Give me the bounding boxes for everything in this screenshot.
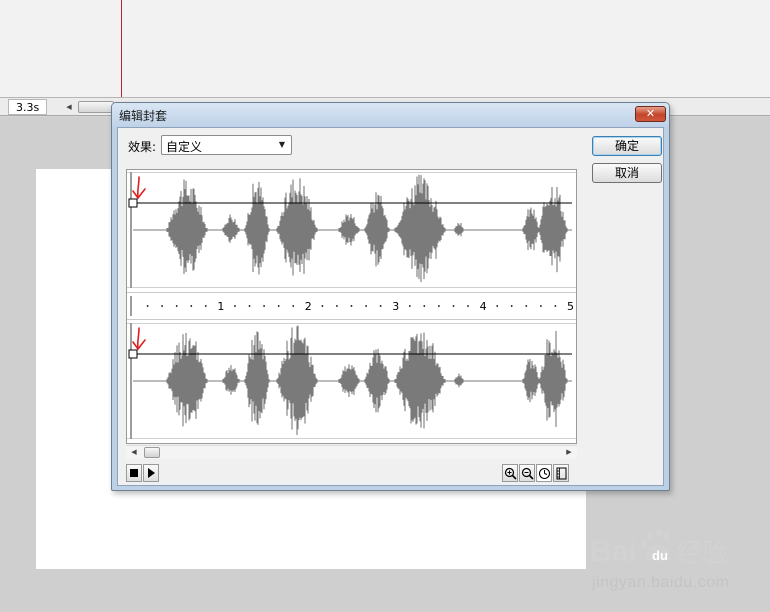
envelope-waveform-editor: 1 2 3 4 5 xyxy=(126,169,577,444)
dialog-client-area: 效果: 自定义 ▼ 确定 取消 1 2 3 4 5 ◀ ▶ xyxy=(117,127,664,486)
envelope-handle[interactable] xyxy=(128,198,138,208)
seconds-units-button[interactable] xyxy=(536,464,552,482)
ruler-tick xyxy=(423,305,426,307)
dialog-title-bar[interactable]: 编辑封套 ✕ xyxy=(112,103,669,127)
waveform-shape xyxy=(133,174,572,282)
scroll-left-arrow-icon[interactable]: ◀ xyxy=(128,446,140,459)
timeline-playhead[interactable] xyxy=(121,0,122,97)
ruler-label: 3 xyxy=(392,300,399,313)
ruler-tick xyxy=(379,305,382,307)
ruler-label: 5 xyxy=(567,300,574,313)
ruler-tick xyxy=(540,305,542,307)
scroll-left-arrow-icon[interactable]: ◀ xyxy=(62,99,76,115)
play-button[interactable] xyxy=(143,464,159,482)
ruler-tick xyxy=(277,305,280,307)
frames-icon xyxy=(556,467,567,480)
ruler-label: 2 xyxy=(305,300,312,313)
timeline-scroll-thumb[interactable] xyxy=(78,101,114,113)
zoom-out-button[interactable] xyxy=(519,464,535,482)
stop-icon xyxy=(130,469,138,477)
left-channel-svg xyxy=(128,174,572,282)
ruler-tick xyxy=(408,305,411,307)
envelope-handle[interactable] xyxy=(128,349,138,359)
annotation-arrow-icon xyxy=(132,327,146,351)
ruler-label: 1 xyxy=(217,300,224,313)
ruler-tick xyxy=(292,305,295,307)
app-top-area xyxy=(0,0,770,97)
zoom-in-button[interactable] xyxy=(502,464,518,482)
annotation-arrow-icon xyxy=(132,176,146,200)
effect-label: 效果: xyxy=(128,140,157,154)
waveform-shape xyxy=(133,325,572,435)
effect-dropdown[interactable]: 自定义 ▼ xyxy=(161,135,292,155)
frames-units-button[interactable] xyxy=(553,464,569,482)
svg-text:经验: 经验 xyxy=(676,539,728,569)
close-button[interactable]: ✕ xyxy=(635,106,666,122)
ruler-tick xyxy=(365,305,367,307)
ruler-tick xyxy=(467,305,469,307)
ruler-tick xyxy=(234,305,236,307)
ruler-tick xyxy=(175,305,178,307)
effect-selected-value: 自定义 xyxy=(166,140,203,154)
ruler-tick xyxy=(554,305,557,307)
watermark-url: jingyan.baidu.com xyxy=(592,574,730,591)
ruler-tick xyxy=(146,305,149,307)
ruler-tick xyxy=(248,305,251,307)
ruler-tick xyxy=(452,305,455,307)
stop-button[interactable] xyxy=(126,464,142,482)
ok-button[interactable]: 确定 xyxy=(592,136,662,156)
ruler-tick xyxy=(438,305,440,307)
dialog-title: 编辑封套 xyxy=(119,109,168,123)
elapsed-time-readout: 3.3s xyxy=(8,99,48,115)
scroll-right-arrow-icon[interactable]: ▶ xyxy=(563,446,575,459)
horizontal-scrollbar[interactable]: ◀ ▶ xyxy=(126,445,577,459)
right-channel-waveform[interactable] xyxy=(127,321,576,441)
baidu-logo-icon: Bai du 经验 xyxy=(590,529,728,569)
clock-icon xyxy=(538,467,551,480)
cancel-button[interactable]: 取消 xyxy=(592,163,662,183)
ruler-tick xyxy=(263,305,265,307)
ruler-tick xyxy=(510,305,513,307)
scrollbar-thumb[interactable] xyxy=(144,447,160,458)
chevron-down-icon: ▼ xyxy=(278,140,286,149)
svg-text:Bai: Bai xyxy=(590,535,637,568)
ruler-tick xyxy=(336,305,338,307)
left-channel-waveform[interactable] xyxy=(127,170,576,290)
ruler-tick xyxy=(496,305,499,307)
right-channel-svg xyxy=(128,325,572,435)
ruler-tick xyxy=(204,305,207,307)
edit-envelope-dialog: 编辑封套 ✕ 效果: 自定义 ▼ 确定 取消 1 2 3 4 5 ◀ ▶ xyxy=(111,102,670,491)
close-icon: ✕ xyxy=(645,107,656,120)
svg-text:du: du xyxy=(652,548,668,563)
ruler-tick xyxy=(190,305,193,307)
zoom-out-icon xyxy=(521,467,534,480)
ruler-label: 4 xyxy=(480,300,487,313)
baidu-jingyan-watermark: Bai du 经验 jingyan.baidu.com xyxy=(588,528,748,600)
zoom-in-icon xyxy=(504,467,517,480)
ruler-tick xyxy=(525,305,528,307)
ruler-tick xyxy=(161,305,163,307)
ruler-tick xyxy=(350,305,353,307)
time-ruler-svg: 1 2 3 4 5 xyxy=(146,300,574,313)
play-icon xyxy=(148,468,155,478)
time-ruler: 1 2 3 4 5 xyxy=(127,292,576,320)
ruler-tick xyxy=(321,305,324,307)
